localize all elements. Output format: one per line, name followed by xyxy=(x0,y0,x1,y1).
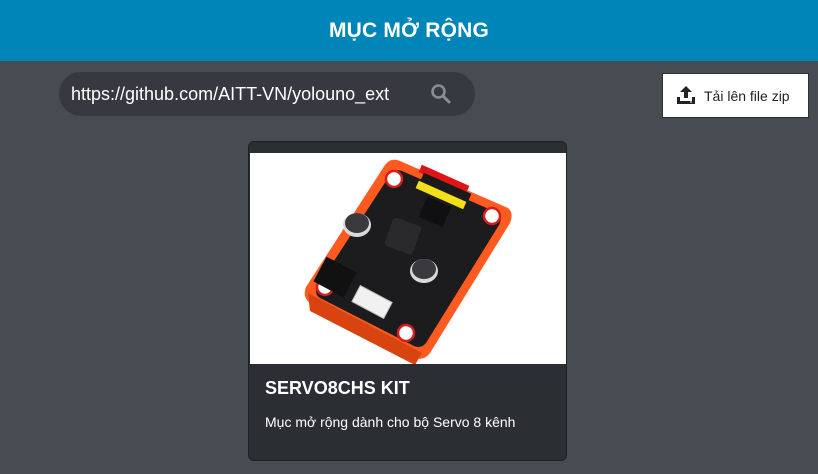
header-bar: MỤC MỞ RỘNG xyxy=(0,0,818,61)
upload-icon xyxy=(675,84,697,106)
servo-board-picture xyxy=(304,159,512,365)
upload-label: Tải lên file zip xyxy=(704,88,790,104)
extension-image xyxy=(250,153,566,365)
extension-title: SERVO8CHS KIT xyxy=(265,378,410,398)
upload-zip-button[interactable]: Tải lên file zip xyxy=(662,73,809,118)
extension-description: Mục mở rộng dành cho bộ Servo 8 kênh xyxy=(265,414,516,430)
page-title: MỤC MỞ RỘNG xyxy=(328,18,490,42)
search-input[interactable] xyxy=(71,72,399,116)
search-bar xyxy=(59,72,475,116)
extension-card[interactable]: SERVO8CHS KIT Mục mở rộng dành cho bộ Se… xyxy=(248,141,567,461)
search-icon[interactable] xyxy=(429,83,453,105)
